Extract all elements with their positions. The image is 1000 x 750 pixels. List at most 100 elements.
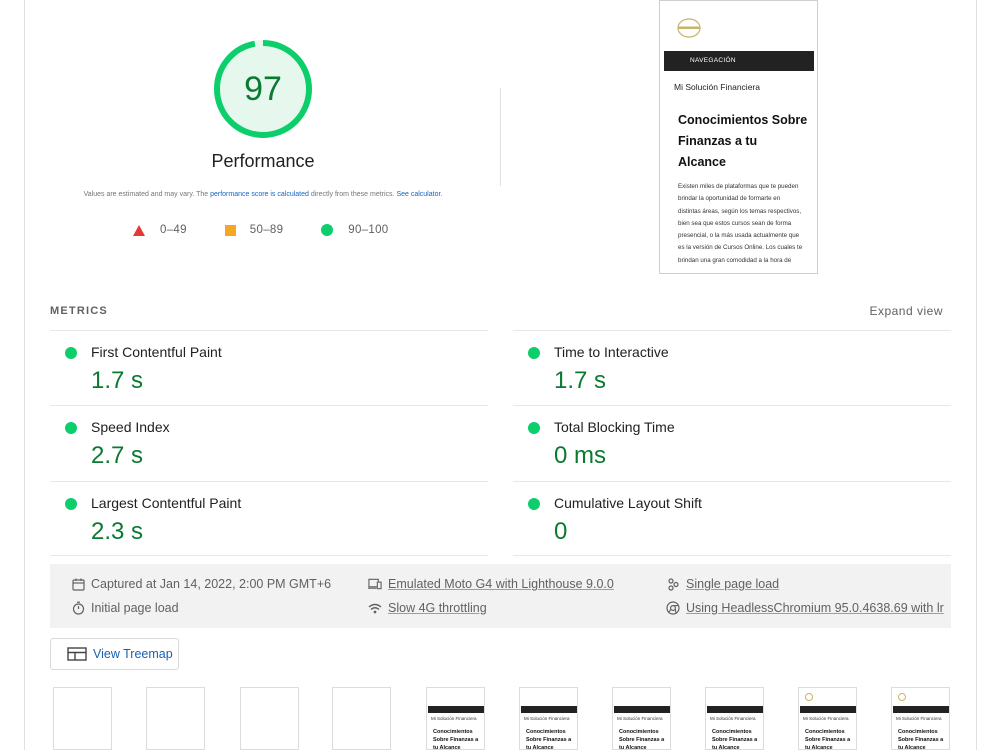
legend-average-label: 50–89 [249,224,284,236]
legend-fail-label: 0–49 [160,224,187,236]
score-disclaimer: Values are estimated and may vary. The p… [80,191,446,198]
metric-label: First Contentful Paint [91,344,222,360]
expand-view-toggle[interactable]: Expand view [869,304,943,318]
network-throttling[interactable]: Slow 4G throttling [368,601,487,615]
legend-fail: 0–49 [133,224,187,236]
wifi-icon [368,601,382,615]
pass-dot-icon [65,498,77,510]
frame-nav [707,706,763,713]
browser-link[interactable]: Using HeadlessChromium 95.0.4638.69 with… [686,601,944,615]
filmstrip-frame[interactable]: Mi Solución Financiera Conocimientos Sob… [426,687,485,750]
treemap-icon [67,647,87,661]
single-page-load[interactable]: Single page load [666,577,779,591]
legend-pass-label: 90–100 [348,224,389,236]
dots-icon [666,577,680,591]
frame-logo-icon [805,693,813,701]
frame-nav [800,706,856,713]
frame-nav [614,706,670,713]
metric-fcp: First Contentful Paint 1.7 s [50,330,488,405]
frame-site: Mi Solución Financiera [710,716,756,721]
metric-value: 2.7 s [91,442,144,469]
score-value: 97 [244,69,282,108]
performance-gauge[interactable]: 97 [211,37,315,141]
runtime-settings: Captured at Jan 14, 2022, 2:00 PM GMT+6 … [50,564,951,628]
circle-icon [321,224,334,236]
metric-label: Cumulative Layout Shift [554,495,702,511]
frame-site: Mi Solución Financiera [617,716,663,721]
frame-nav [428,706,484,713]
metric-value: 2.3 s [91,518,144,545]
metric-label: Time to Interactive [554,344,669,360]
filmstrip-frame[interactable]: Mi Solución Financiera Conocimientos Sob… [705,687,764,750]
screenshot-body: Existen miles de plataformas que te pued… [678,183,803,264]
frame-site: Mi Solución Financiera [896,716,942,721]
frame-headline: Conocimientos Sobre Finanzas a tu Alcanc… [805,729,851,750]
chrome-icon [666,601,680,615]
filmstrip-frame[interactable] [146,687,205,750]
metric-si: Speed Index 2.7 s [50,405,488,480]
pass-dot-icon [65,422,77,434]
site-logo-icon [677,18,701,38]
frame-logo-icon [898,693,906,701]
screenshot-site-name: Mi Solución Financiera [674,82,760,92]
frame-nav [893,706,949,713]
screenshot-nav: NAVEGACIÓN [664,51,814,71]
captured-at: Captured at Jan 14, 2022, 2:00 PM GMT+6 [71,577,331,591]
frame-headline: Conocimientos Sobre Finanzas a tu Alcanc… [433,729,479,750]
metric-label: Speed Index [91,419,170,435]
filmstrip-frame[interactable] [332,687,391,750]
triangle-icon [133,224,145,236]
stopwatch-icon [71,601,85,615]
score-calculated-link[interactable]: performance score is calculated [210,191,309,198]
emulated-device[interactable]: Emulated Moto G4 with Lighthouse 9.0.0 [368,577,614,591]
captured-text: Captured at Jan 14, 2022, 2:00 PM GMT+6 [91,577,332,591]
pass-dot-icon [528,422,540,434]
square-icon [224,224,236,236]
frame-site: Mi Solución Financiera [431,716,477,721]
view-treemap-label: View Treemap [93,647,173,661]
metric-value: 1.7 s [91,367,144,394]
pass-dot-icon [65,347,77,359]
filmstrip-frame[interactable] [53,687,112,750]
metrics-title: METRICS [50,305,108,317]
disclaimer-text-2: directly from these metrics. [308,191,397,198]
metric-tbt: Total Blocking Time 0 ms [513,405,951,480]
initial-load-text: Initial page load [91,601,179,615]
devices-icon [368,577,382,591]
metric-tti: Time to Interactive 1.7 s [513,330,951,405]
final-screenshot[interactable]: NAVEGACIÓN Mi Solución Financiera Conoci… [659,0,818,274]
browser-version[interactable]: Using HeadlessChromium 95.0.4638.69 with… [666,601,944,615]
filmstrip-frame[interactable]: Mi Solución Financiera Conocimientos Sob… [612,687,671,750]
frame-headline: Conocimientos Sobre Finanzas a tu Alcanc… [526,729,572,750]
device-link[interactable]: Emulated Moto G4 with Lighthouse 9.0.0 [388,577,614,591]
single-load-link[interactable]: Single page load [686,577,779,591]
filmstrip-frame[interactable]: Mi Solución Financiera Conocimientos Sob… [798,687,857,750]
disclaimer-text: Values are estimated and may vary. The [83,191,211,198]
vertical-divider [500,88,501,186]
pass-dot-icon [528,498,540,510]
filmstrip-frame[interactable]: Mi Solución Financiera Conocimientos Sob… [891,687,950,750]
frame-headline: Conocimientos Sobre Finanzas a tu Alcanc… [619,729,665,750]
initial-load: Initial page load [71,601,179,615]
see-calculator-link[interactable]: See calculator. [396,191,442,198]
filmstrip-frame[interactable]: Mi Solución Financiera Conocimientos Sob… [519,687,578,750]
legend-average: 50–89 [224,224,284,236]
gauge-title: Performance [211,151,315,171]
metric-value: 0 [554,518,568,545]
frame-headline: Conocimientos Sobre Finanzas a tu Alcanc… [898,729,944,750]
frame-site: Mi Solución Financiera [524,716,570,721]
screenshot-headline: Conocimientos Sobre Finanzas a tu Alcanc… [678,113,808,169]
view-treemap-button[interactable]: View Treemap [50,638,179,670]
frame-headline: Conocimientos Sobre Finanzas a tu Alcanc… [712,729,758,750]
score-legend: 0–49 50–89 90–100 [133,224,426,236]
metric-lcp: Largest Contentful Paint 2.3 s [50,481,488,556]
pass-dot-icon [528,347,540,359]
filmstrip-frame[interactable] [240,687,299,750]
metric-cls: Cumulative Layout Shift 0 [513,481,951,556]
metric-label: Largest Contentful Paint [91,495,242,511]
throttling-link[interactable]: Slow 4G throttling [388,601,487,615]
metric-value: 0 ms [554,442,607,469]
metric-value: 1.7 s [554,367,607,394]
legend-pass: 90–100 [321,224,388,236]
calendar-icon [71,577,85,591]
